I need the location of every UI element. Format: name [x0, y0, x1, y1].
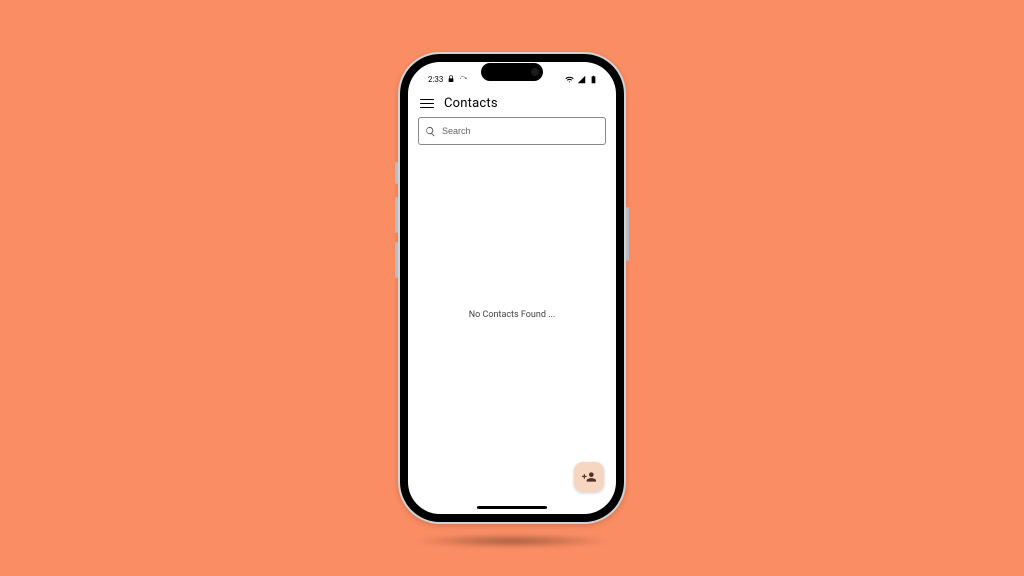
phone-notch — [481, 63, 543, 81]
person-add-icon — [582, 470, 596, 484]
phone-power-button — [626, 207, 629, 261]
content-area: No Contacts Found ... — [408, 145, 616, 514]
search-input[interactable] — [442, 126, 599, 136]
empty-state-text: No Contacts Found ... — [469, 310, 556, 320]
status-right — [565, 75, 602, 84]
app-bar: Contacts — [408, 94, 616, 117]
home-indicator[interactable] — [477, 506, 547, 509]
battery-icon — [589, 75, 598, 84]
search-box[interactable] — [418, 117, 606, 145]
wifi-icon — [565, 75, 574, 84]
phone-volume-up — [395, 197, 398, 233]
app-screen: 2:33 Contacts — [408, 62, 616, 514]
phone-frame: 2:33 Contacts — [398, 52, 626, 524]
phone-volume-down — [395, 242, 398, 278]
menu-button[interactable] — [420, 97, 434, 111]
search-icon — [425, 126, 436, 137]
phone-bezel: 2:33 Contacts — [400, 54, 624, 522]
search-container — [408, 117, 616, 145]
lock-icon — [447, 75, 455, 83]
add-contact-button[interactable] — [574, 462, 604, 492]
phone-side-button — [395, 162, 398, 184]
phone-shadow — [412, 534, 612, 548]
page-title: Contacts — [444, 96, 498, 111]
signal-icon — [577, 75, 586, 84]
status-time: 2:33 — [428, 75, 443, 84]
refresh-icon — [459, 75, 467, 83]
status-left: 2:33 — [422, 75, 467, 84]
